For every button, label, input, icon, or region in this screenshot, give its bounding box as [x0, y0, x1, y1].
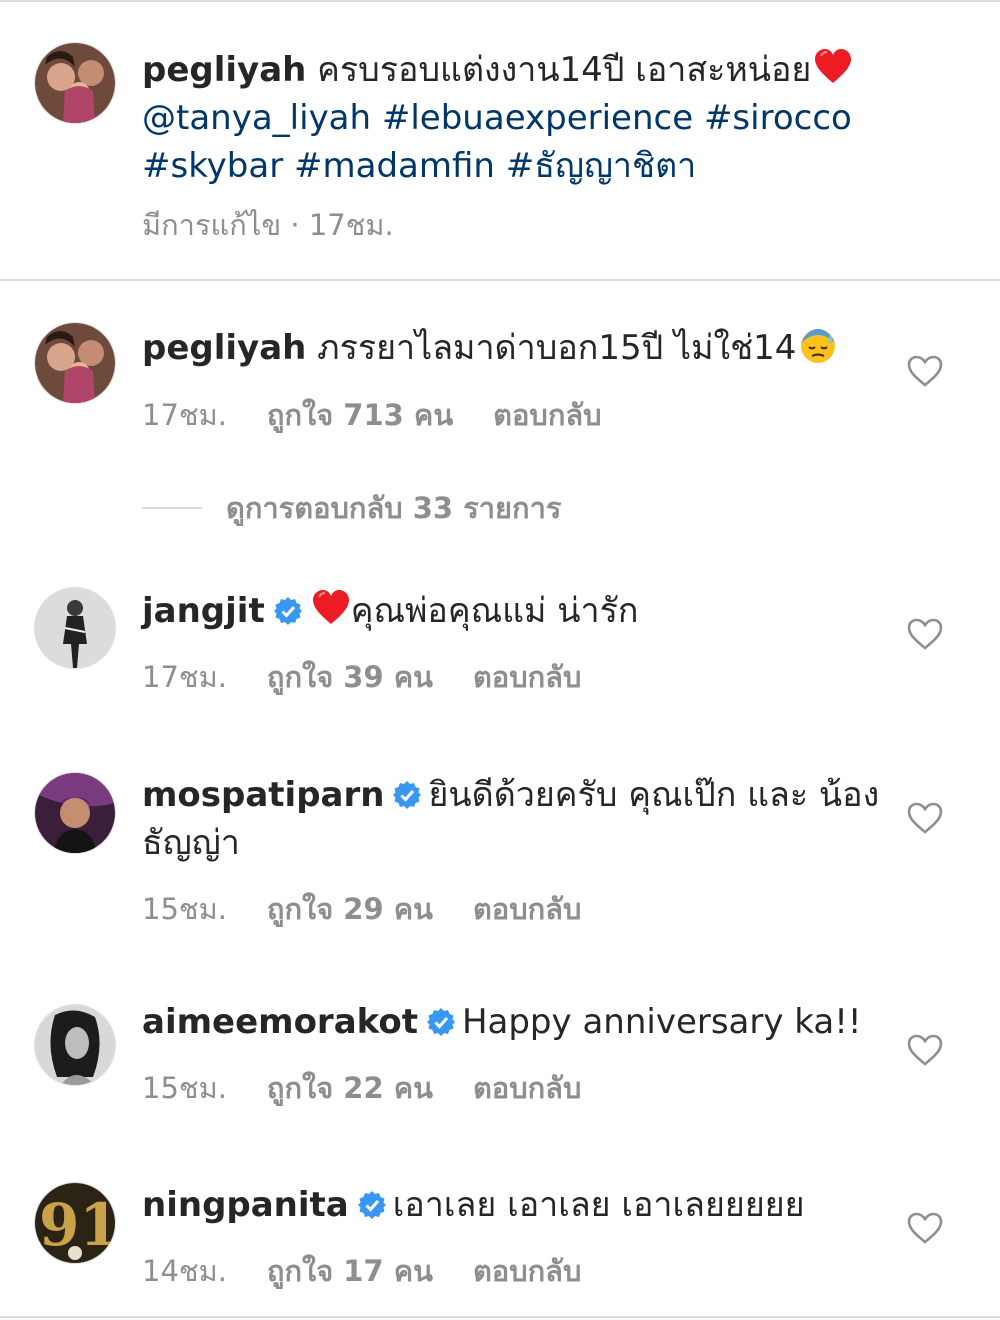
- view-replies-button[interactable]: ดูการตอบกลับ 33 รายการ: [142, 486, 561, 530]
- caption-meta: มีการแก้ไข · 17ชม.: [142, 202, 394, 248]
- comment-text: ningpanita เอาเลย เอาเลย เอาเลยยยยย: [142, 1181, 890, 1229]
- comment-body: คุณพ่อคุณแม่ น่ารัก: [350, 591, 639, 631]
- comment-meta: 15ชม. ถูกใจ 22 คน ตอบกลับ: [142, 1065, 581, 1111]
- comment-time: 15ชม.: [142, 1071, 227, 1105]
- verified-badge-icon: [393, 781, 422, 809]
- reply-button[interactable]: ตอบกลับ: [493, 392, 601, 438]
- comment-time: 15ชม.: [142, 892, 227, 926]
- comment-username[interactable]: pegliyah: [142, 328, 306, 368]
- divider: [0, 1316, 1000, 1318]
- comments-screen: pegliyah ครบรอบแต่งงาน14ปี เอาสะหน่อย @t…: [0, 0, 1000, 1320]
- comment-text: mospatiparn ยินดีด้วยครับ คุณเป๊ก และ น้อ…: [142, 771, 890, 867]
- avatar-jangjit[interactable]: [34, 587, 116, 669]
- comment-body: เอาเลย เอาเลย เอาเลยยยยย: [392, 1185, 805, 1225]
- avatar-ningpanita[interactable]: 91: [34, 1182, 116, 1264]
- sweat-face-icon: [801, 329, 836, 363]
- like-heart-icon[interactable]: [906, 1211, 944, 1245]
- avatar-pegliyah[interactable]: [34, 42, 116, 124]
- view-replies-label: ดูการตอบกลับ 33 รายการ: [226, 491, 562, 525]
- comment-likes[interactable]: ถูกใจ 17 คน: [267, 1248, 433, 1294]
- caption-body: ครบรอบแต่งงาน14ปี เอาสะหน่อย: [317, 50, 812, 90]
- comment-username[interactable]: jangjit: [142, 591, 265, 631]
- avatar-pegliyah-comment[interactable]: [34, 322, 116, 404]
- comment-text: aimeemorakot Happy anniversary ka!!: [142, 998, 890, 1046]
- comment-time: 17ชม.: [142, 398, 227, 432]
- avatar-aimeemorakot[interactable]: [34, 1004, 116, 1086]
- verified-badge-icon: [357, 1191, 386, 1219]
- like-heart-icon[interactable]: [906, 617, 944, 651]
- reply-button[interactable]: ตอบกลับ: [473, 654, 581, 700]
- divider: [0, 279, 1000, 281]
- comment-meta: 15ชม. ถูกใจ 29 คน ตอบกลับ: [142, 886, 581, 932]
- red-heart-icon: [815, 49, 852, 83]
- caption-edited-time: มีการแก้ไข · 17ชม.: [142, 208, 394, 242]
- like-heart-icon[interactable]: [906, 1033, 944, 1067]
- caption-username[interactable]: pegliyah: [142, 50, 306, 90]
- comment-username[interactable]: aimeemorakot: [142, 1002, 418, 1042]
- reply-button[interactable]: ตอบกลับ: [473, 1248, 581, 1294]
- comment-meta: 14ชม. ถูกใจ 17 คน ตอบกลับ: [142, 1248, 581, 1294]
- comment-username[interactable]: mospatiparn: [142, 775, 384, 815]
- like-heart-icon[interactable]: [906, 801, 944, 835]
- comment-likes[interactable]: ถูกใจ 29 คน: [267, 886, 433, 932]
- comment-likes[interactable]: ถูกใจ 22 คน: [267, 1065, 433, 1111]
- verified-badge-icon: [273, 597, 302, 625]
- comment-text: jangjit คุณพ่อคุณแม่ น่ารัก: [142, 587, 890, 635]
- comment-body: ภรรยาไลมาด่าบอก15ปี ไม่ใช่14: [317, 328, 797, 368]
- comment-text: pegliyah ภรรยาไลมาด่าบอก15ปี ไม่ใช่14: [142, 324, 890, 372]
- comment-username[interactable]: ningpanita: [142, 1185, 349, 1225]
- reply-button[interactable]: ตอบกลับ: [473, 886, 581, 932]
- verified-badge-icon: [426, 1008, 455, 1036]
- reply-button[interactable]: ตอบกลับ: [473, 1065, 581, 1111]
- caption-text: pegliyah ครบรอบแต่งงาน14ปี เอาสะหน่อย @t…: [142, 46, 890, 190]
- comment-body: Happy anniversary ka!!: [461, 1002, 862, 1042]
- caption-hashtags[interactable]: @tanya_liyah #lebuaexperience #sirocco #…: [142, 98, 852, 186]
- comment-meta: 17ชม. ถูกใจ 39 คน ตอบกลับ: [142, 654, 581, 700]
- view-replies-line: [142, 507, 202, 509]
- comment-time: 14ชม.: [142, 1254, 227, 1288]
- like-heart-icon[interactable]: [906, 354, 944, 388]
- comment-meta: 17ชม. ถูกใจ 713 คน ตอบกลับ: [142, 392, 602, 438]
- comment-likes[interactable]: ถูกใจ 713 คน: [267, 392, 453, 438]
- red-heart-icon: [312, 590, 349, 624]
- comment-time: 17ชม.: [142, 660, 227, 694]
- avatar-mospatiparn[interactable]: [34, 772, 116, 854]
- comment-likes[interactable]: ถูกใจ 39 คน: [267, 654, 433, 700]
